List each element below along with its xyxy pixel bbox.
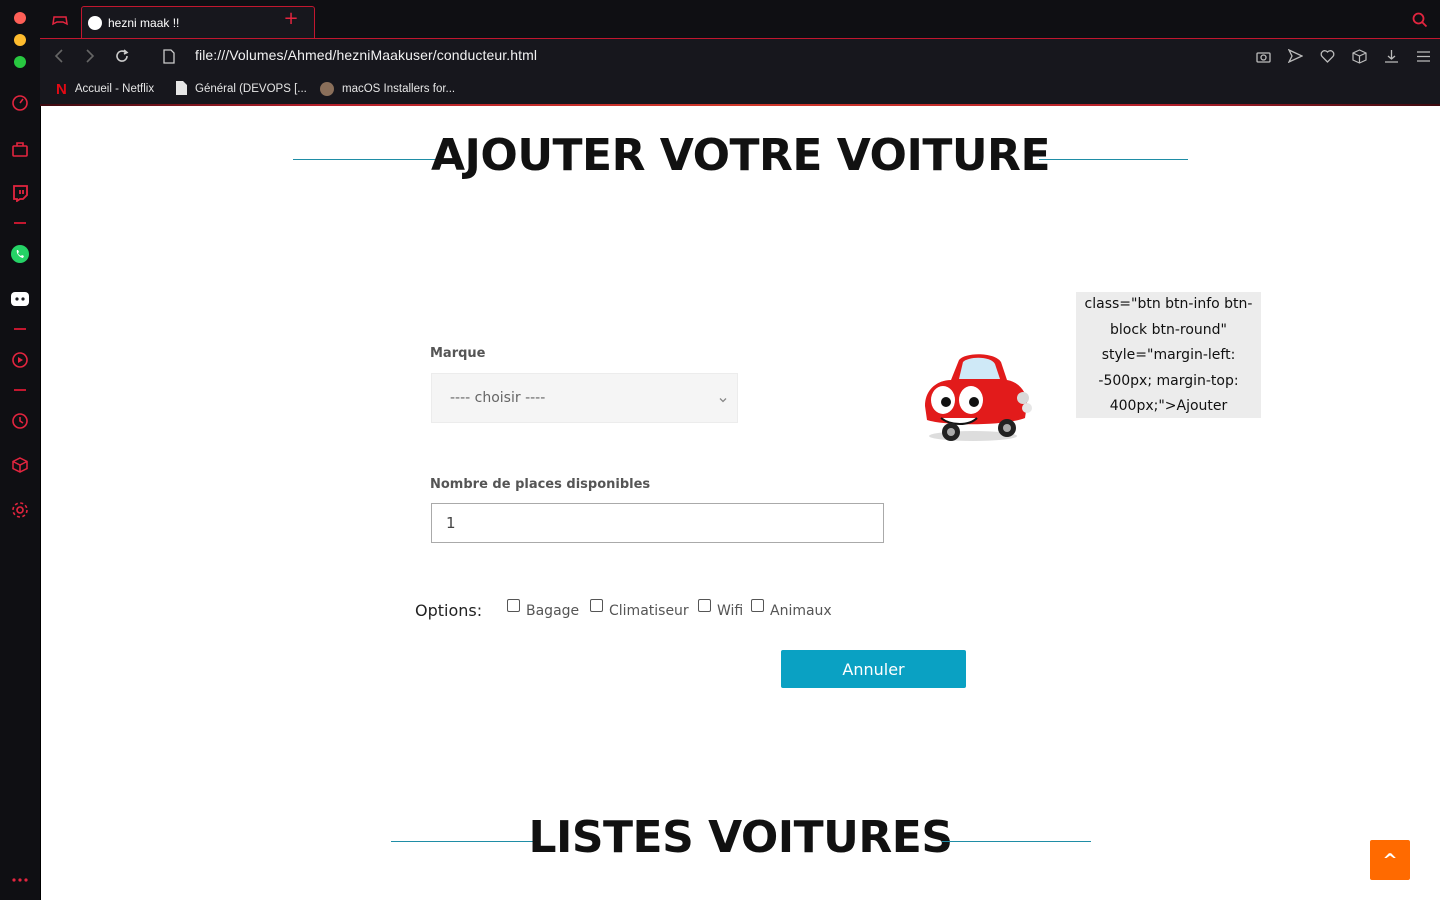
cube-icon[interactable]: [9, 454, 31, 476]
sidebar-separator: [14, 328, 26, 330]
forward-button[interactable]: [81, 47, 99, 65]
list-title: LISTES VOITURES: [528, 812, 953, 863]
web-page: AJOUTER VOTRE VOITURE Marque ---- choisi…: [41, 106, 1440, 900]
extensions-icon[interactable]: [9, 138, 31, 160]
browser-sidebar: [0, 0, 40, 900]
bookmark-netflix[interactable]: N Accueil - Netflix: [56, 80, 154, 98]
stray-text-line: -500px; margin-top:: [1098, 372, 1239, 389]
marque-select[interactable]: ---- choisir ----: [431, 373, 738, 423]
wifi-checkbox[interactable]: [698, 599, 711, 612]
car-mascot-image: [915, 346, 1033, 446]
cancel-button[interactable]: Annuler: [781, 650, 966, 688]
heading-line-right: [942, 841, 1091, 842]
bookmark-label: Accueil - Netflix: [74, 83, 155, 95]
camera-icon[interactable]: [1254, 47, 1272, 65]
stray-markup-text: class="btn btn-info btn- block btn-round…: [1076, 292, 1261, 418]
close-window-button[interactable]: [14, 12, 26, 24]
places-input[interactable]: 1: [431, 503, 884, 543]
options-label: Options:: [415, 601, 483, 620]
new-tab-button[interactable]: +: [282, 10, 300, 28]
speed-dial-icon[interactable]: [9, 92, 31, 114]
option-wifi[interactable]: Wifi: [698, 599, 743, 619]
whatsapp-icon[interactable]: [9, 243, 31, 265]
download-icon[interactable]: [1382, 47, 1400, 65]
send-icon[interactable]: [1286, 47, 1304, 65]
back-button[interactable]: [50, 47, 68, 65]
gx-corner-icon[interactable]: [50, 10, 70, 30]
tab-bar: hezni maak !! +: [40, 0, 1440, 38]
stray-text-line: style="margin-left:: [1101, 347, 1236, 363]
search-tabs-icon[interactable]: [1412, 12, 1428, 28]
player-icon[interactable]: [9, 349, 31, 371]
climatiseur-checkbox[interactable]: [590, 599, 603, 612]
easy-setup-icon[interactable]: [1414, 47, 1432, 65]
discord-icon[interactable]: [9, 288, 31, 310]
heart-icon[interactable]: [1318, 47, 1336, 65]
option-label: Climatiseur: [609, 603, 689, 619]
marque-selected-value: ---- choisir ----: [450, 390, 546, 406]
more-icon[interactable]: [9, 869, 31, 891]
sidebar-separator: [14, 222, 26, 224]
option-label: Bagage: [526, 603, 580, 619]
page-title: AJOUTER VOTRE VOITURE: [430, 130, 1051, 181]
twitch-icon[interactable]: [9, 182, 31, 204]
bookmark-devops[interactable]: Général (DEVOPS [...: [176, 80, 307, 98]
stray-text-line: 400px;">Ajouter: [1109, 398, 1228, 414]
bookmark-label: macOS Installers for...: [342, 83, 456, 95]
option-label: Animaux: [770, 603, 832, 619]
history-icon[interactable]: [9, 410, 31, 432]
stray-text-line: block btn-round": [1110, 321, 1227, 338]
zoom-window-button[interactable]: [14, 56, 26, 68]
tab-title: hezni maak !!: [108, 15, 180, 30]
bagage-checkbox[interactable]: [507, 599, 520, 612]
minimize-window-button[interactable]: [14, 34, 26, 46]
chevron-down-icon: [719, 392, 727, 403]
avatar-icon: [320, 82, 334, 96]
marque-label: Marque: [430, 346, 486, 361]
option-bagage[interactable]: Bagage: [507, 599, 579, 619]
active-tab[interactable]: hezni maak !!: [81, 6, 315, 38]
option-label: Wifi: [717, 603, 744, 619]
places-label: Nombre de places disponibles: [430, 477, 651, 492]
bookmark-macos[interactable]: macOS Installers for...: [320, 80, 455, 98]
globe-icon: [88, 15, 102, 30]
toolbar-icons: [1254, 47, 1432, 65]
reload-button[interactable]: [113, 47, 131, 65]
bookmarks-bar: N Accueil - Netflix Général (DEVOPS [...…: [40, 74, 1440, 104]
netflix-icon: N: [56, 80, 67, 98]
bookmark-label: Général (DEVOPS [...: [195, 83, 307, 95]
box-icon[interactable]: [1350, 47, 1368, 65]
option-animaux[interactable]: Animaux: [751, 599, 832, 619]
animaux-checkbox[interactable]: [751, 599, 764, 612]
page-file-icon: [160, 47, 178, 65]
url-field[interactable]: file:///Volumes/Ahmed/hezniMaakuser/cond…: [195, 47, 537, 63]
scroll-to-top-button[interactable]: ^: [1370, 840, 1410, 880]
option-climatiseur[interactable]: Climatiseur: [590, 599, 689, 619]
address-bar: file:///Volumes/Ahmed/hezniMaakuser/cond…: [40, 38, 1440, 74]
settings-icon[interactable]: [9, 499, 31, 521]
document-icon: [176, 80, 187, 98]
stray-text-line: class="btn btn-info btn-: [1084, 296, 1253, 312]
sidebar-separator: [14, 389, 26, 391]
heading-line-right: [1039, 159, 1188, 160]
